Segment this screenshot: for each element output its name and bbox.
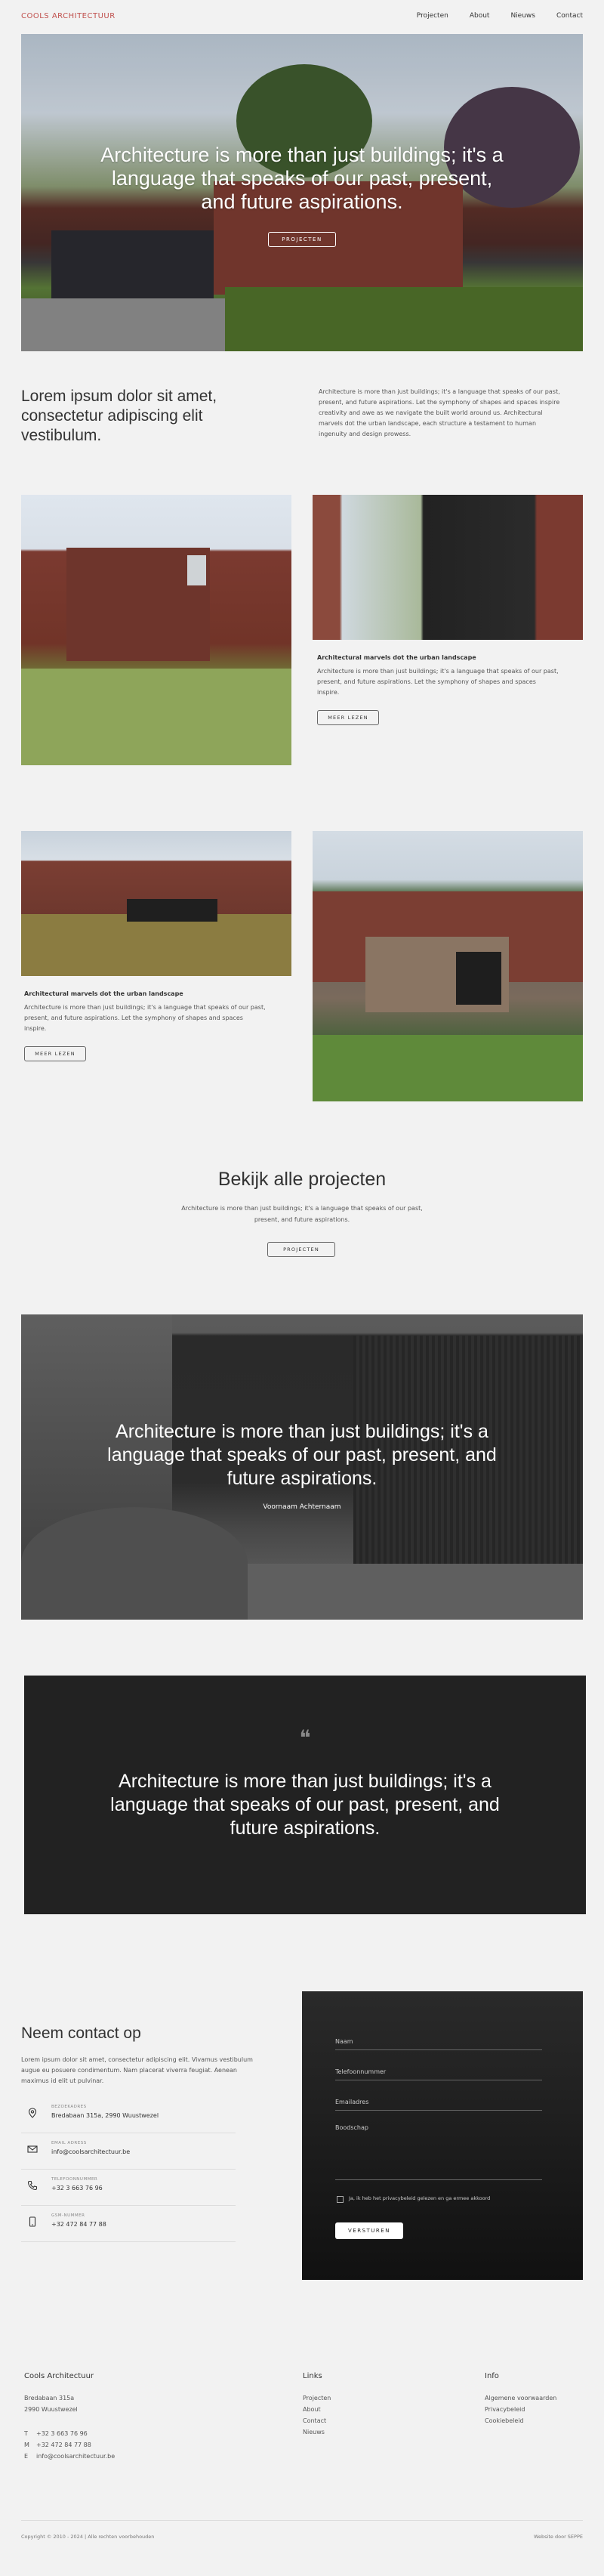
contact-value: Bredabaan 315a, 2990 Wuustwezel [51,2112,159,2119]
all-projects-heading: Bekijk alle projecten [217,1169,387,1190]
quote-author: Voornaam Achternaam [263,1503,341,1511]
intro-text: Architecture is more than just buildings… [319,388,560,437]
contact-value: info@coolsarchitectuur.be [36,2453,116,2460]
email-field-wrap [335,2093,542,2111]
contact-row-email[interactable]: EMAIL ADRESS info@coolsarchitectuur.be [21,2133,236,2170]
quote-image-bush [21,1507,248,1620]
footer-link-contact[interactable]: Contact [303,2415,331,2426]
contact-row-phone[interactable]: TELEFOONNUMMER +32 3 663 76 96 [21,2170,236,2206]
contact-row-mobile[interactable]: GSM-NUMMER +32 472 84 77 88 [21,2206,236,2242]
contact-text: Lorem ipsum dolor sit amet, consectetur … [21,2056,253,2084]
project-card-text: Architecture is more than just buildings… [24,1004,266,1032]
website-credit[interactable]: Website door SEPPE [534,2534,583,2540]
message-field-wrap [335,2123,542,2180]
site-logo[interactable]: COOLS ARCHITECTUUR [21,12,116,20]
footer-contact-mobile[interactable]: M +32 472 84 77 88 [24,2439,115,2451]
project-opening [456,952,501,1005]
footer-company: Cools Architectuur [24,2372,94,2380]
quote-image: Architecture is more than just buildings… [21,1314,583,1620]
hero-image: Architecture is more than just buildings… [21,34,583,351]
hero-projects-button[interactable]: PROJECTEN [268,232,336,247]
quote-box-text: Architecture is more than just buildings… [110,1771,500,1839]
email-field[interactable] [335,2097,542,2110]
read-more-button[interactable]: MEER LEZEN [317,710,379,725]
quote-mark-icon: ❝ [299,1725,311,1750]
project-glass [127,899,217,922]
footer-link-terms[interactable]: Algemene voorwaarden [485,2392,556,2404]
contact-value: +32 472 84 77 88 [36,2442,91,2448]
footer-contact-phone[interactable]: T +32 3 663 76 96 [24,2428,115,2439]
name-field-wrap [335,2032,542,2050]
all-projects-button[interactable]: PROJECTEN [267,1242,335,1257]
hero-title: Architecture is more than just buildings… [100,144,504,213]
contact-label: TELEFOONNUMMER [51,2177,98,2182]
footer-address-line: 2990 Wuustwezel [24,2406,78,2413]
project-image-2[interactable] [313,495,583,640]
footer-address-line: Bredabaan 315a [24,2395,75,2401]
project-image-4[interactable] [313,831,583,1101]
mobile-icon [29,2216,36,2227]
nav-item-projecten[interactable]: Projecten [417,12,448,20]
main-nav: Projecten About Nieuws Contact [417,12,583,20]
footer-info-heading: Info [485,2372,499,2380]
footer-contact-email[interactable]: Einfo@coolsarchitectuur.be [24,2451,115,2462]
nav-item-nieuws[interactable]: Nieuws [510,12,535,20]
project-card-text: Architecture is more than just buildings… [317,668,559,696]
message-field[interactable] [335,2123,542,2163]
footer-link-projecten[interactable]: Projecten [303,2392,331,2404]
phone-field[interactable] [335,2067,542,2080]
contact-heading: Neem contact op [21,2025,141,2042]
nav-item-contact[interactable]: Contact [556,12,583,20]
footer-links-heading: Links [303,2372,322,2380]
quote-image-pavement [233,1564,583,1620]
contact-label: GSM-NUMMER [51,2213,85,2218]
read-more-button[interactable]: MEER LEZEN [24,1046,86,1061]
privacy-checkbox-label: Ja, ik heb het privacybeleid gelezen en … [349,2195,491,2201]
contact-form: Ja, ik heb het privacybeleid gelezen en … [302,1991,583,2280]
contact-value[interactable]: +32 3 663 76 96 [51,2185,103,2191]
contact-prefix: T [24,2430,28,2437]
footer-link-about[interactable]: About [303,2404,331,2415]
project-card-title: Architectural marvels dot the urban land… [317,654,476,661]
project-house-window [187,555,206,585]
contact-label: EMAIL ADRESS [51,2141,87,2145]
phone-icon [27,2180,38,2191]
contact-value[interactable]: +32 472 84 77 88 [51,2221,106,2228]
quote-box: ❝ Architecture is more than just buildin… [24,1676,586,1914]
footer-links: Projecten About Contact Nieuws [303,2392,331,2438]
nav-item-about[interactable]: About [470,12,490,20]
privacy-checkbox[interactable] [337,2196,344,2203]
location-icon [28,2108,37,2118]
contact-prefix: E [24,2453,29,2460]
project-image-1[interactable] [21,495,291,765]
contact-row-address: BEZOEKADRES Bredabaan 315a, 2990 Wuustwe… [21,2097,236,2133]
footer-contacts: T +32 3 663 76 96 M +32 472 84 77 88 Einfo… [24,2428,115,2462]
footer-address: Bredabaan 315a 2990 Wuustwezel [24,2392,78,2415]
name-field[interactable] [335,2037,542,2049]
project-garden [21,669,291,765]
contact-label: BEZOEKADRES [51,2105,87,2109]
phone-field-wrap [335,2062,542,2080]
project-image-3[interactable] [21,831,291,976]
project-card-title: Architectural marvels dot the urban land… [24,990,183,997]
footer-info: Algemene voorwaarden Privacybeleid Cooki… [485,2392,556,2426]
footer-link-nieuws[interactable]: Nieuws [303,2426,331,2438]
project-lawn [313,1035,583,1101]
quote-image-text: Architecture is more than just buildings… [107,1421,497,1489]
project-garden [21,914,291,976]
contact-value: +32 3 663 76 96 [36,2430,88,2437]
submit-button[interactable]: VERSTUREN [335,2222,403,2239]
contact-prefix: M [24,2442,29,2448]
intro-heading: Lorem ipsum dolor sit amet, consectetur … [21,388,217,444]
footer-link-cookies[interactable]: Cookiebeleid [485,2415,556,2426]
all-projects-text: Architecture is more than just buildings… [181,1205,423,1223]
footer-link-privacy[interactable]: Privacybeleid [485,2404,556,2415]
mail-icon [27,2145,38,2153]
contact-value[interactable]: info@coolsarchitectuur.be [51,2148,130,2155]
copyright: Copyright © 2010 - 2024 | Alle rechten v… [21,2534,155,2540]
footer-divider [21,2520,583,2521]
